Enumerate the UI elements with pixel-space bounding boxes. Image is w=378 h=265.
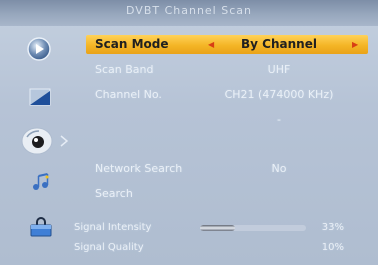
scan-mode-label: Scan Mode (95, 37, 169, 51)
signal-intensity-fill (200, 225, 235, 231)
play-icon[interactable] (26, 36, 52, 62)
channel-no-value: CH21 (474000 KHz) (224, 88, 334, 101)
scan-mode-value: By Channel (241, 37, 317, 51)
network-search-row[interactable]: Network Search No (86, 159, 368, 178)
picture-icon[interactable] (28, 86, 52, 108)
signal-intensity-bar (200, 225, 306, 231)
scan-mode-row[interactable]: Scan Mode ◀ By Channel ▶ (86, 35, 368, 54)
signal-quality-label: Signal Quality (74, 242, 144, 253)
signal-quality-row: Signal Quality 10% (60, 240, 360, 256)
signal-intensity-row: Signal Intensity 33% (60, 220, 360, 236)
scan-band-value: UHF (267, 63, 291, 76)
network-search-value: No (271, 162, 287, 175)
channel-no-row[interactable]: Channel No. CH21 (474000 KHz) (86, 85, 368, 104)
channel-scan-screen: DVBT Channel Scan Scan Mode ◀ By Channel… (0, 0, 378, 265)
signal-quality-value: 10% (321, 242, 344, 253)
network-search-label: Network Search (95, 162, 183, 175)
lock-icon[interactable] (28, 216, 54, 238)
scan-band-row[interactable]: Scan Band UHF (86, 60, 368, 79)
scan-settings-menu: Scan Mode ◀ By Channel ▶ Scan Band UHF C… (86, 30, 370, 220)
search-row[interactable]: Search (86, 184, 368, 203)
blank-row-value: - (277, 113, 281, 126)
signal-intensity-value: 33% (321, 222, 344, 233)
search-icon[interactable] (20, 124, 54, 158)
blank-row[interactable]: - (86, 110, 368, 129)
chevron-right-icon (59, 134, 69, 148)
search-label: Search (95, 187, 133, 200)
scan-band-label: Scan Band (95, 63, 154, 76)
window-title: DVBT Channel Scan (0, 0, 378, 26)
music-icon[interactable] (30, 172, 52, 192)
arrow-right-icon[interactable]: ▶ (352, 35, 358, 54)
channel-no-label: Channel No. (95, 88, 162, 101)
signal-panel: Signal Intensity 33% Signal Quality 10% (60, 218, 370, 262)
signal-intensity-label: Signal Intensity (74, 222, 152, 233)
